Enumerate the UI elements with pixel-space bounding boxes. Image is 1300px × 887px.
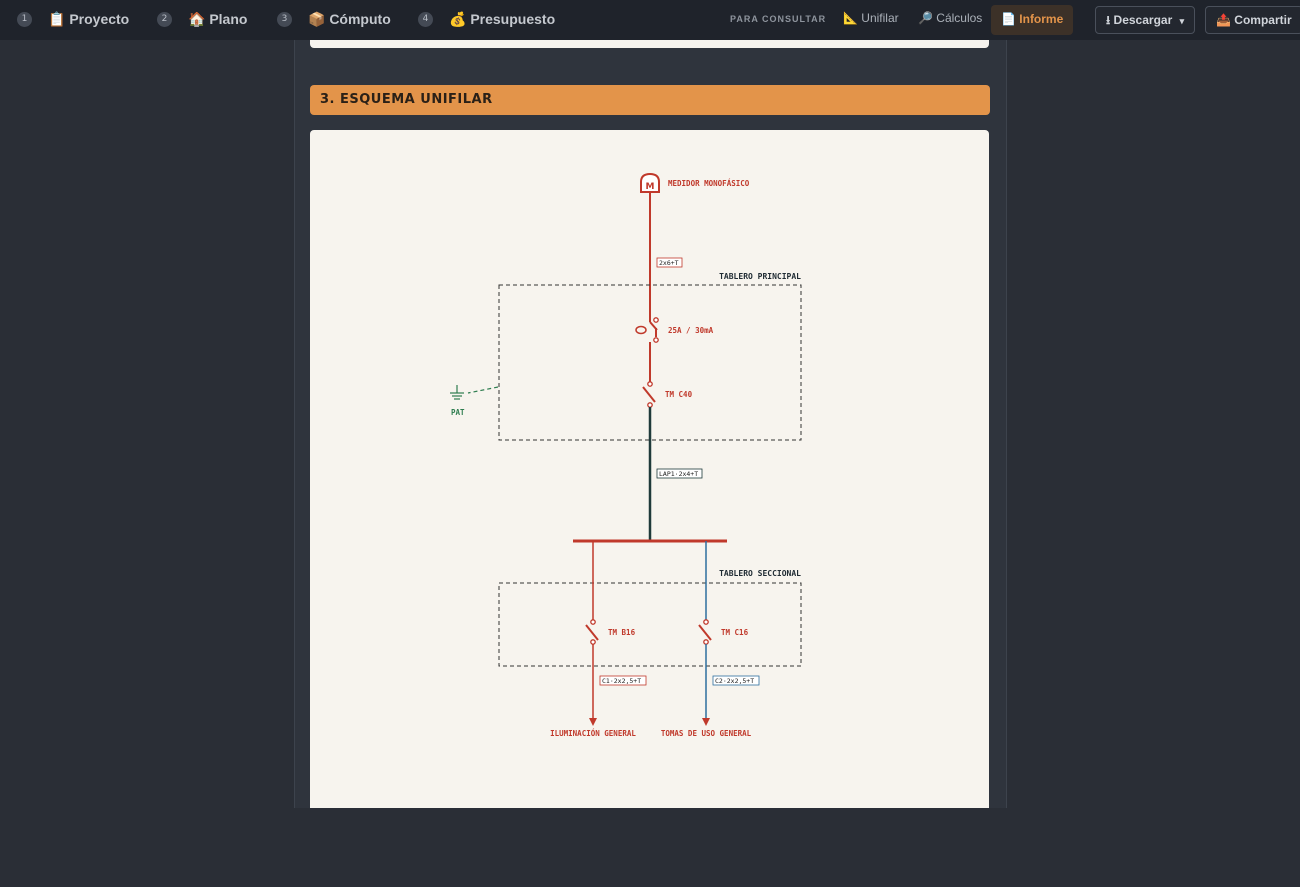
previous-section-card bbox=[310, 40, 989, 48]
nav-informe[interactable]: 📄 Informe bbox=[991, 5, 1074, 35]
meter-label: MEDIDOR MONOFÁSICO bbox=[668, 179, 750, 188]
step-label: 📋 Proyecto bbox=[48, 10, 130, 27]
circuit2-arrow-icon bbox=[702, 718, 710, 726]
nav-calculos[interactable]: 🔎 Cálculos bbox=[918, 11, 982, 25]
step-number: 1 bbox=[17, 11, 32, 27]
download-label: ⭳ Descargar bbox=[1106, 13, 1173, 27]
step-label: 📦 Cómputo bbox=[308, 10, 391, 27]
rcd-switch-icon bbox=[635, 317, 659, 343]
step-label: 💰 Presupuesto bbox=[449, 10, 556, 27]
feeder-cable-label: 2x6+T bbox=[659, 259, 679, 267]
ground-label: PAT bbox=[451, 408, 465, 417]
step-plano[interactable]: 2 🏠 Plano bbox=[157, 0, 247, 38]
circuit2-breaker-icon bbox=[698, 619, 712, 645]
consult-label: PARA CONSULTAR bbox=[730, 14, 827, 24]
single-line-diagram: M MEDIDOR MONOFÁSICO 2x6+T TABLERO PRINC… bbox=[310, 130, 989, 808]
main-board-label: TABLERO PRINCIPAL bbox=[719, 272, 801, 281]
circuit2-breaker-label: TM C16 bbox=[721, 628, 749, 637]
section-title: 3. ESQUEMA UNIFILAR bbox=[320, 92, 493, 107]
step-proyecto[interactable]: 1 📋 Proyecto bbox=[17, 0, 129, 38]
step-number: 3 bbox=[277, 11, 292, 27]
section-header: 3. ESQUEMA UNIFILAR bbox=[310, 85, 990, 115]
circuit1-breaker-label: TM B16 bbox=[608, 628, 636, 637]
chevron-down-icon: ▾ bbox=[1179, 16, 1185, 26]
secondary-board-label: TABLERO SECCIONAL bbox=[719, 569, 801, 578]
share-label: 📤 Compartir bbox=[1216, 13, 1292, 27]
circuit2-cable-label: C2·2x2,5+T bbox=[715, 677, 754, 685]
circuit1-cable-label: C1·2x2,5+T bbox=[602, 677, 641, 685]
ground-icon bbox=[450, 385, 464, 400]
meter-symbol: M bbox=[646, 182, 655, 192]
diagram-canvas: M MEDIDOR MONOFÁSICO 2x6+T TABLERO PRINC… bbox=[450, 172, 802, 738]
step-number: 4 bbox=[418, 11, 433, 27]
share-button[interactable]: 📤 Compartir bbox=[1205, 6, 1300, 34]
ground-line bbox=[467, 386, 499, 394]
lap-cable-label: LAP1·2x4+T bbox=[659, 470, 698, 478]
step-number: 2 bbox=[157, 11, 172, 27]
download-button[interactable]: ⭳ Descargar ▾ bbox=[1095, 6, 1196, 34]
step-label: 🏠 Plano bbox=[188, 10, 248, 27]
meter-icon: M bbox=[640, 172, 660, 193]
main-breaker-icon bbox=[642, 381, 656, 408]
nav-unifilar[interactable]: 📐 Unifilar bbox=[843, 11, 899, 25]
step-presupuesto[interactable]: 4 💰 Presupuesto bbox=[418, 0, 555, 38]
main-breaker-label: TM C40 bbox=[665, 390, 693, 399]
circuit2-name: TOMAS DE USO GENERAL bbox=[661, 729, 752, 738]
secondary-board-box bbox=[498, 582, 802, 667]
circuit1-breaker-icon bbox=[585, 619, 599, 645]
rcd-label: 25A / 30mA bbox=[668, 326, 714, 335]
circuit1-arrow-icon bbox=[589, 718, 597, 726]
circuit1-name: ILUMINACIÓN GENERAL bbox=[550, 729, 636, 738]
top-navbar: 1 📋 Proyecto 2 🏠 Plano 3 📦 Cómputo 4 💰 P… bbox=[0, 0, 1300, 40]
step-computo[interactable]: 3 📦 Cómputo bbox=[277, 0, 391, 38]
